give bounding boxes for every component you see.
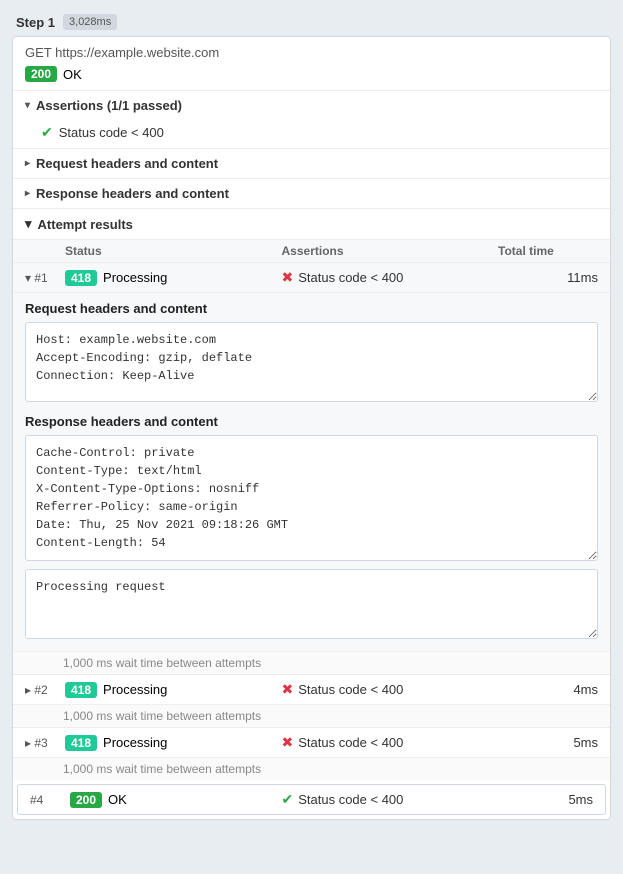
assertions-header[interactable]: ▾ Assertions (1/1 passed) <box>13 91 610 120</box>
attempt-1-status-text: Processing <box>103 270 167 285</box>
attempt-4-assertion: ✔ Status code < 400 <box>282 791 494 808</box>
assertion-text: Status code < 400 <box>59 125 164 140</box>
col-total-time: Total time <box>498 244 598 258</box>
attempt-3-badge: 418 <box>65 735 97 751</box>
response-headers-section: ▸ Response headers and content <box>13 178 610 208</box>
response-headers-title: Response headers and content <box>36 186 229 201</box>
assertions-section: ▾ Assertions (1/1 passed) ✔ Status code … <box>13 90 610 148</box>
attempt-4-time: 5ms <box>493 792 593 807</box>
resp-headers-box: Cache-Control: private Content-Type: tex… <box>25 435 598 561</box>
response-headers-arrow: ▸ <box>25 188 30 199</box>
attempt-1-time: 11ms <box>498 270 598 285</box>
assertion-check-icon: ✔ <box>41 124 53 141</box>
attempt-row-3[interactable]: ▸ #3 418 Processing ✖ Status code < 400 … <box>13 727 610 757</box>
col-assertions: Assertions <box>282 244 499 258</box>
req-headers-box: Host: example.website.com Accept-Encodin… <box>25 322 598 402</box>
step-header: Step 1 3,028ms <box>8 8 615 36</box>
attempt-3-assertion-text: Status code < 400 <box>298 735 403 750</box>
resp-headers-sub-title: Response headers and content <box>25 414 598 429</box>
attempt-2-badge: 418 <box>65 682 97 698</box>
attempt-results-header[interactable]: ▾ Attempt results <box>13 209 610 239</box>
attempt-4-badge: 200 <box>70 792 102 808</box>
attempt-results-section: ▾ Attempt results Status Assertions Tota… <box>13 208 610 815</box>
attempt-2-time: 4ms <box>498 682 598 697</box>
assertions-arrow: ▾ <box>25 100 30 111</box>
attempt-2-error-icon: ✖ <box>282 681 294 698</box>
attempt-1-assertion: ✖ Status code < 400 <box>282 269 499 286</box>
attempt-3-time: 5ms <box>498 735 598 750</box>
attempt-1-error-icon: ✖ <box>282 269 294 286</box>
request-headers-arrow: ▸ <box>25 158 30 169</box>
attempt-4-status-text: OK <box>108 792 127 807</box>
attempt-num-4: #4 <box>30 793 70 807</box>
attempt-4-assertion-text: Status code < 400 <box>298 792 403 807</box>
col-num <box>25 244 65 258</box>
attempt-3-arrow: ▸ <box>25 736 31 750</box>
attempt-results-arrow: ▾ <box>25 216 32 232</box>
step-time: 3,028ms <box>63 14 117 30</box>
attempt-results-title: Attempt results <box>38 217 133 232</box>
status-row: 200 OK <box>13 64 610 90</box>
attempt-num-3: ▸ #3 <box>25 736 65 750</box>
wait-row-1: 1,000 ms wait time between attempts <box>13 651 610 674</box>
resp-body-box: Processing request <box>25 569 598 639</box>
attempt-num-2: ▸ #2 <box>25 683 65 697</box>
status-badge: 200 <box>25 66 57 82</box>
attempt-1-assertion-text: Status code < 400 <box>298 270 403 285</box>
req-headers-sub-title: Request headers and content <box>25 301 598 316</box>
request-headers-title: Request headers and content <box>36 156 218 171</box>
attempt-row-1[interactable]: ▾ #1 418 Processing ✖ Status code < 400 … <box>13 262 610 292</box>
attempt-3-status: 418 Processing <box>65 735 282 751</box>
attempt-2-assertion: ✖ Status code < 400 <box>282 681 499 698</box>
attempt-num-1: ▾ #1 <box>25 271 65 285</box>
status-text: OK <box>63 67 82 82</box>
wait-row-2: 1,000 ms wait time between attempts <box>13 704 610 727</box>
step-title: Step 1 <box>16 15 55 30</box>
attempt-row-2[interactable]: ▸ #2 418 Processing ✖ Status code < 400 … <box>13 674 610 704</box>
http-method: GET <box>25 45 52 60</box>
attempt-1-status: 418 Processing <box>65 270 282 286</box>
request-headers-header[interactable]: ▸ Request headers and content <box>13 149 610 178</box>
col-status: Status <box>65 244 282 258</box>
table-header: Status Assertions Total time <box>13 239 610 262</box>
attempt-4-status: 200 OK <box>70 792 282 808</box>
attempt-3-status-text: Processing <box>103 735 167 750</box>
request-headers-section: ▸ Request headers and content <box>13 148 610 178</box>
request-url: https://example.website.com <box>55 45 219 60</box>
attempt-2-arrow: ▸ <box>25 683 31 697</box>
attempt-2-assertion-text: Status code < 400 <box>298 682 403 697</box>
wait-row-3: 1,000 ms wait time between attempts <box>13 757 610 780</box>
attempt-2-status-text: Processing <box>103 682 167 697</box>
attempt-row-4[interactable]: #4 200 OK ✔ Status code < 400 5ms <box>17 784 606 815</box>
assertions-title: Assertions (1/1 passed) <box>36 98 182 113</box>
assertion-item: ✔ Status code < 400 <box>13 120 610 148</box>
attempt-1-badge: 418 <box>65 270 97 286</box>
attempt-4-success-icon: ✔ <box>282 791 294 808</box>
main-card: GET https://example.website.com 200 OK ▾… <box>12 36 611 820</box>
attempt-1-expanded: Request headers and content Host: exampl… <box>13 292 610 651</box>
response-headers-header[interactable]: ▸ Response headers and content <box>13 179 610 208</box>
url-row: GET https://example.website.com <box>13 37 610 64</box>
attempt-3-error-icon: ✖ <box>282 734 294 751</box>
attempt-2-status: 418 Processing <box>65 682 282 698</box>
attempt-3-assertion: ✖ Status code < 400 <box>282 734 499 751</box>
attempt-1-arrow: ▾ <box>25 271 31 285</box>
